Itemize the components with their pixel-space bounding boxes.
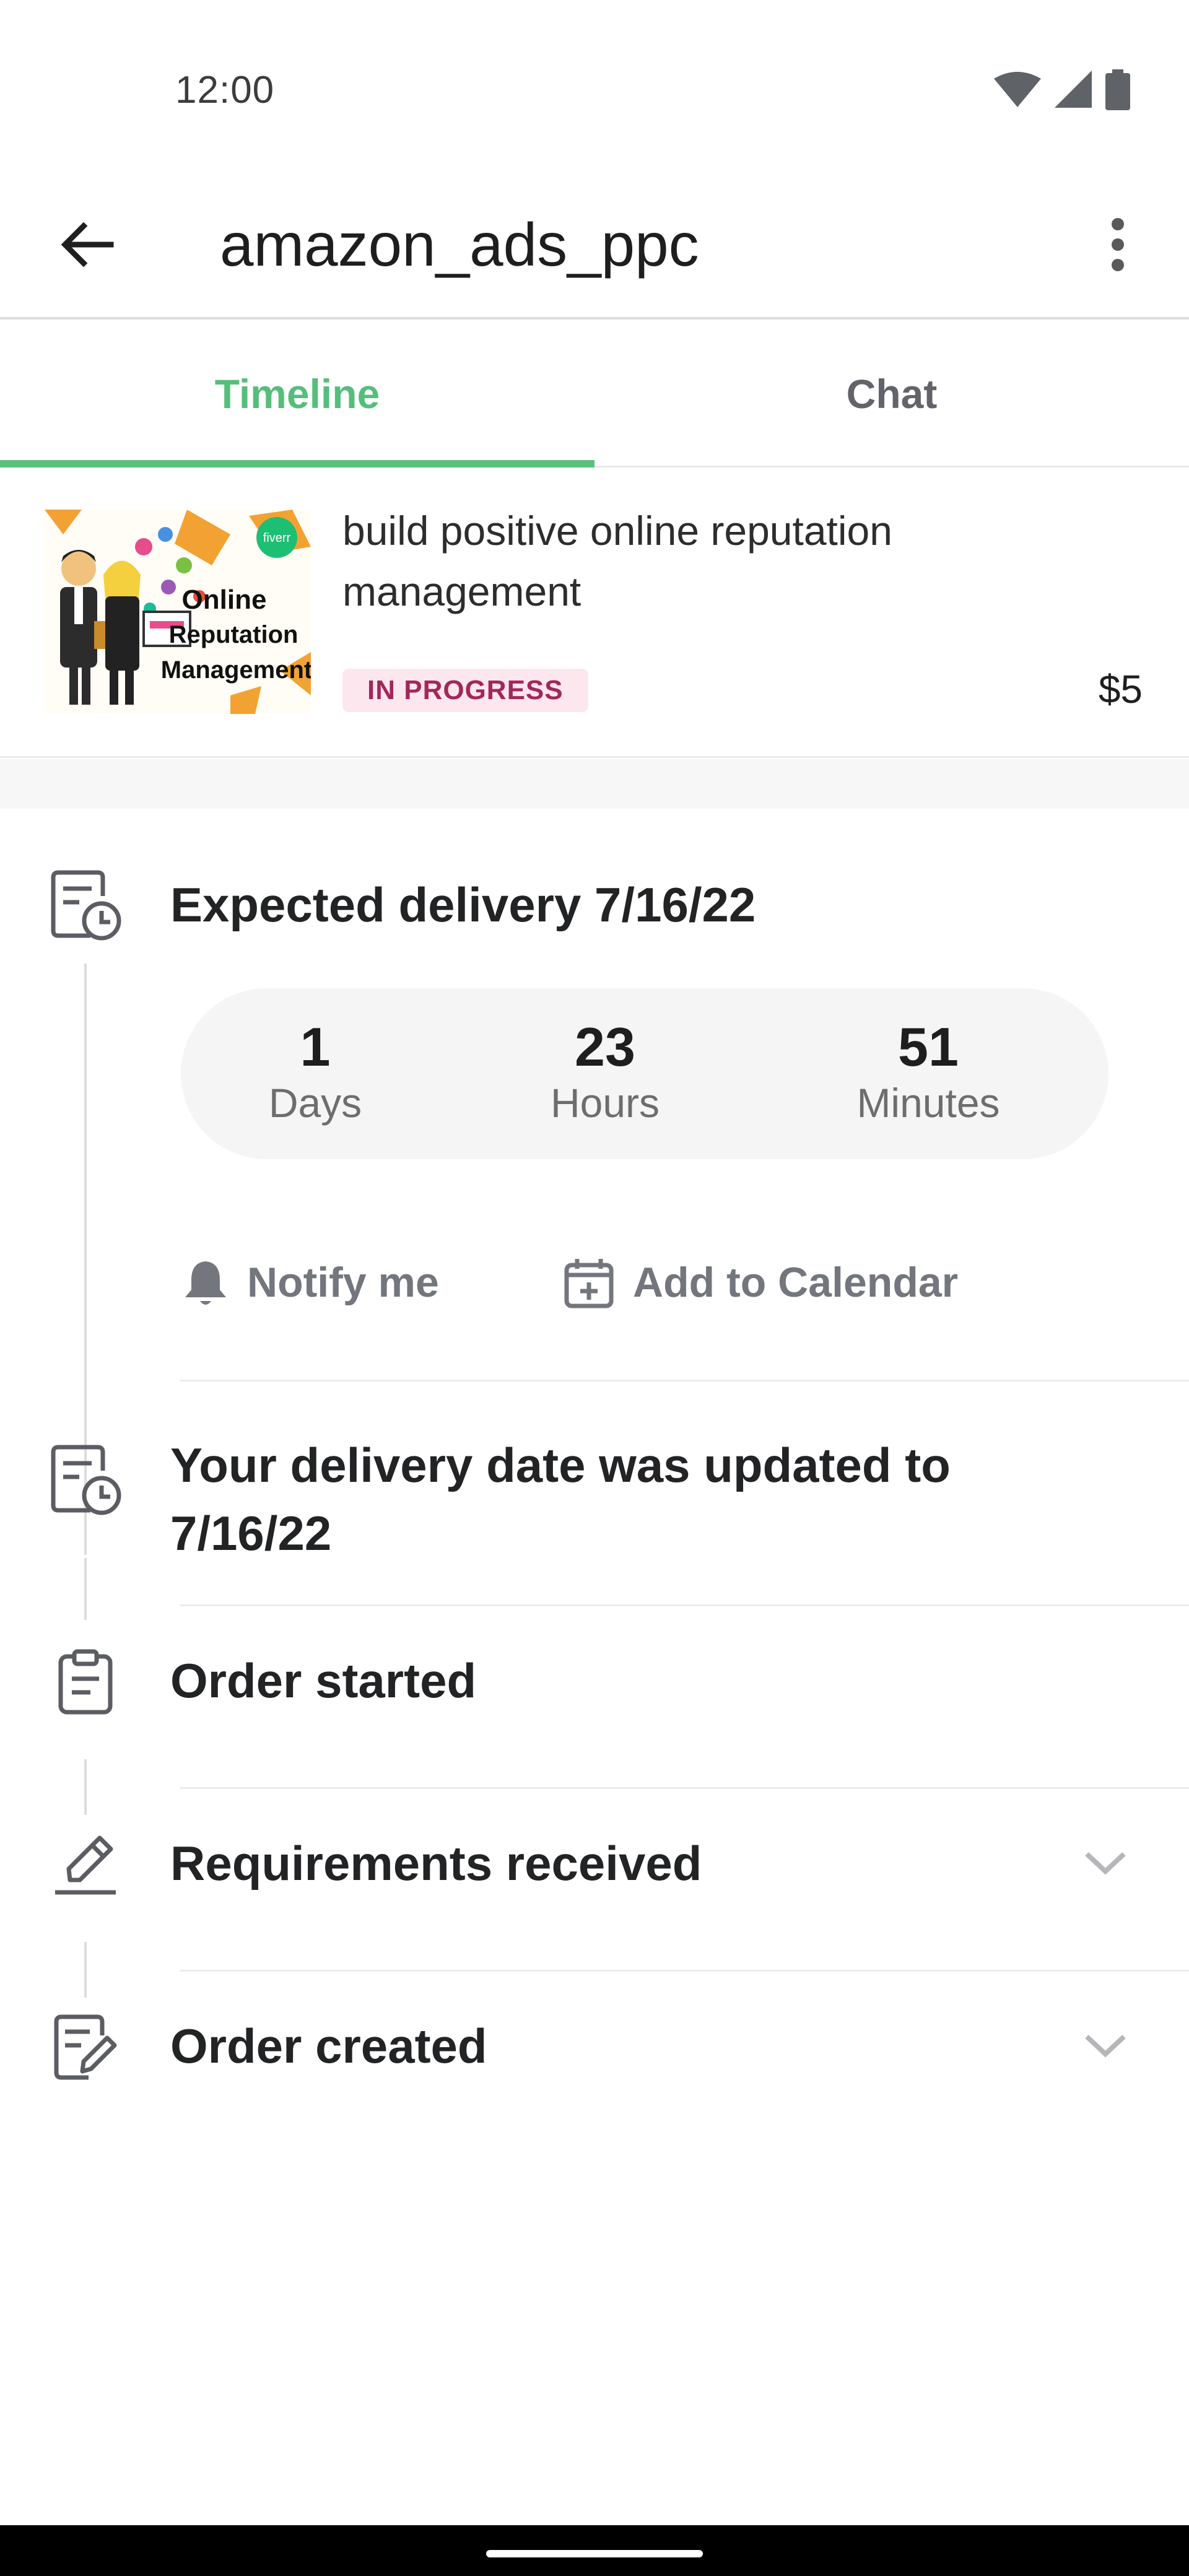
order-page: 12:00 amazon_ads_ppc Timeline Chat fiver…: [0, 0, 1189, 2576]
section-divider: [0, 759, 1189, 809]
timeline-event-requirements[interactable]: Requirements received: [170, 1829, 702, 1897]
countdown-days: 1 Days: [222, 1016, 408, 1128]
calendar-clock-icon: [46, 1442, 124, 1520]
notify-me-button[interactable]: Notify me: [183, 1251, 439, 1313]
tab-timeline[interactable]: Timeline: [0, 322, 594, 468]
tab-chat[interactable]: Chat: [594, 322, 1189, 466]
home-gesture-handle[interactable]: [486, 2550, 703, 2557]
battery-icon: [1105, 69, 1130, 113]
countdown-hours-label: Hours: [550, 1080, 660, 1126]
timeline-connector: [84, 1759, 87, 1815]
app-bar: amazon_ads_ppc: [0, 186, 1189, 320]
thumb-line-1: Online: [182, 585, 267, 615]
countdown-minutes: 51 Minutes: [835, 1016, 1021, 1128]
timeline-connector: [84, 1942, 87, 1998]
timeline-connector: [84, 1558, 87, 1620]
tab-bar: Timeline Chat: [0, 322, 1189, 468]
chevron-down-icon[interactable]: [1078, 2018, 1133, 2074]
gig-thumbnail: fiverr Online Reputation Management: [45, 510, 311, 714]
delivery-countdown: 1 Days 23 Hours 51 Minutes: [181, 988, 1108, 1159]
timeline-event-delivery-updated: Your delivery date was updated to 7/16/2…: [170, 1438, 951, 1560]
countdown-minutes-label: Minutes: [856, 1080, 1000, 1126]
expected-delivery-title: Expected delivery 7/16/22: [170, 877, 756, 932]
timeline-divider: [180, 1970, 1189, 1972]
timeline-event-order-created[interactable]: Order created: [170, 2012, 487, 2080]
countdown-minutes-value: 51: [898, 1016, 959, 1077]
add-to-calendar-label: Add to Calendar: [633, 1259, 959, 1306]
bell-icon: [185, 1261, 226, 1305]
add-to-calendar-button[interactable]: Add to Calendar: [564, 1251, 958, 1313]
thumb-line-3: Management: [161, 656, 311, 684]
timeline-event-order-started: Order started: [170, 1653, 477, 1708]
status-icons: [993, 69, 1130, 113]
calendar-clock-icon: [46, 867, 124, 945]
arrow-back-icon: [61, 222, 114, 268]
order-summary[interactable]: fiverr Online Reputation Management buil…: [0, 469, 1189, 758]
back-button[interactable]: [50, 207, 124, 282]
countdown-days-value: 1: [300, 1016, 331, 1077]
status-bar: 12:00: [0, 0, 1189, 186]
status-badge: IN PROGRESS: [342, 669, 588, 712]
system-nav-bar: [0, 2525, 1189, 2576]
chevron-down-icon[interactable]: [1078, 1835, 1133, 1891]
notify-me-label: Notify me: [247, 1259, 439, 1306]
timeline-divider: [180, 1787, 1189, 1789]
cell-signal-icon: [1055, 71, 1093, 112]
clipboard-icon: [46, 1643, 124, 1721]
more-options-button[interactable]: [1081, 207, 1155, 282]
status-time: 12:00: [175, 69, 275, 111]
page-title: amazon_ads_ppc: [220, 211, 699, 279]
timeline-divider: [180, 1380, 1189, 1382]
order-timeline: Expected delivery 7/16/22 1 Days 23 Hour…: [0, 809, 1189, 2233]
countdown-hours: 23 Hours: [512, 1016, 698, 1128]
thumb-line-2: Reputation: [169, 621, 298, 648]
calendar-add-icon: [564, 1259, 614, 1308]
timeline-divider: [180, 1604, 1189, 1606]
countdown-hours-value: 23: [575, 1016, 635, 1077]
fiverr-badge-text: fiverr: [263, 531, 291, 545]
wifi-icon: [993, 71, 1042, 111]
pencil-icon: [46, 1825, 124, 1904]
more-vert-icon: [1112, 218, 1124, 271]
gig-title: build positive online reputation managem…: [342, 508, 892, 614]
countdown-days-label: Days: [268, 1080, 362, 1126]
edit-document-icon: [46, 2008, 124, 2086]
order-price: $5: [1098, 667, 1143, 711]
